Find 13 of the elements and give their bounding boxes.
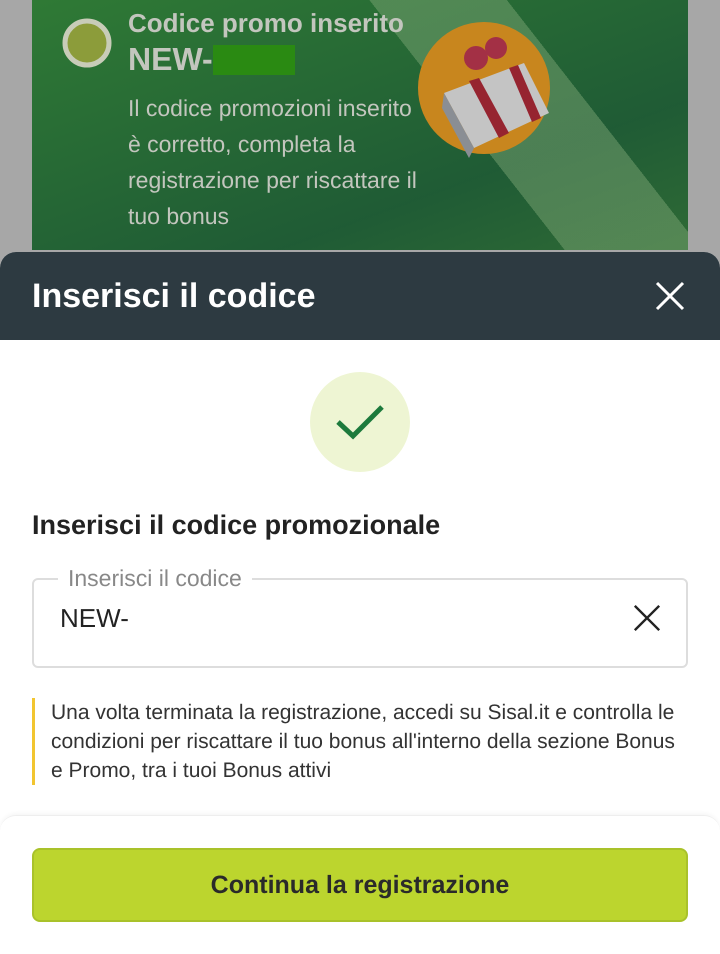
promo-code: NEW- <box>128 41 213 78</box>
checkmark-icon <box>310 372 410 472</box>
clear-icon[interactable] <box>632 603 662 633</box>
field-label: Inserisci il codice <box>67 565 243 592</box>
sheet-title: Inserisci il codice <box>32 276 316 316</box>
promo-message: Il codice promozioni inserito è corretto, completa la registrazione per riscattare il tuo bonus <box>128 94 418 231</box>
radio-icon <box>62 18 112 68</box>
section-heading: Inserisci il codice promozionale <box>32 510 442 541</box>
info-text: Una volta terminata la registrazione, accedi su Sisal.it e controlla le condizioni per riscattare il tuo bonus all'interno della sezione Bonus e Promo, tra i tuoi Bonus attivi <box>32 698 688 785</box>
promo-title: Codice promo inserito <box>128 8 405 39</box>
close-icon <box>654 280 686 312</box>
field-value: NEW- <box>60 602 129 634</box>
continue-button[interactable]: Continua la registrazione <box>32 848 688 922</box>
